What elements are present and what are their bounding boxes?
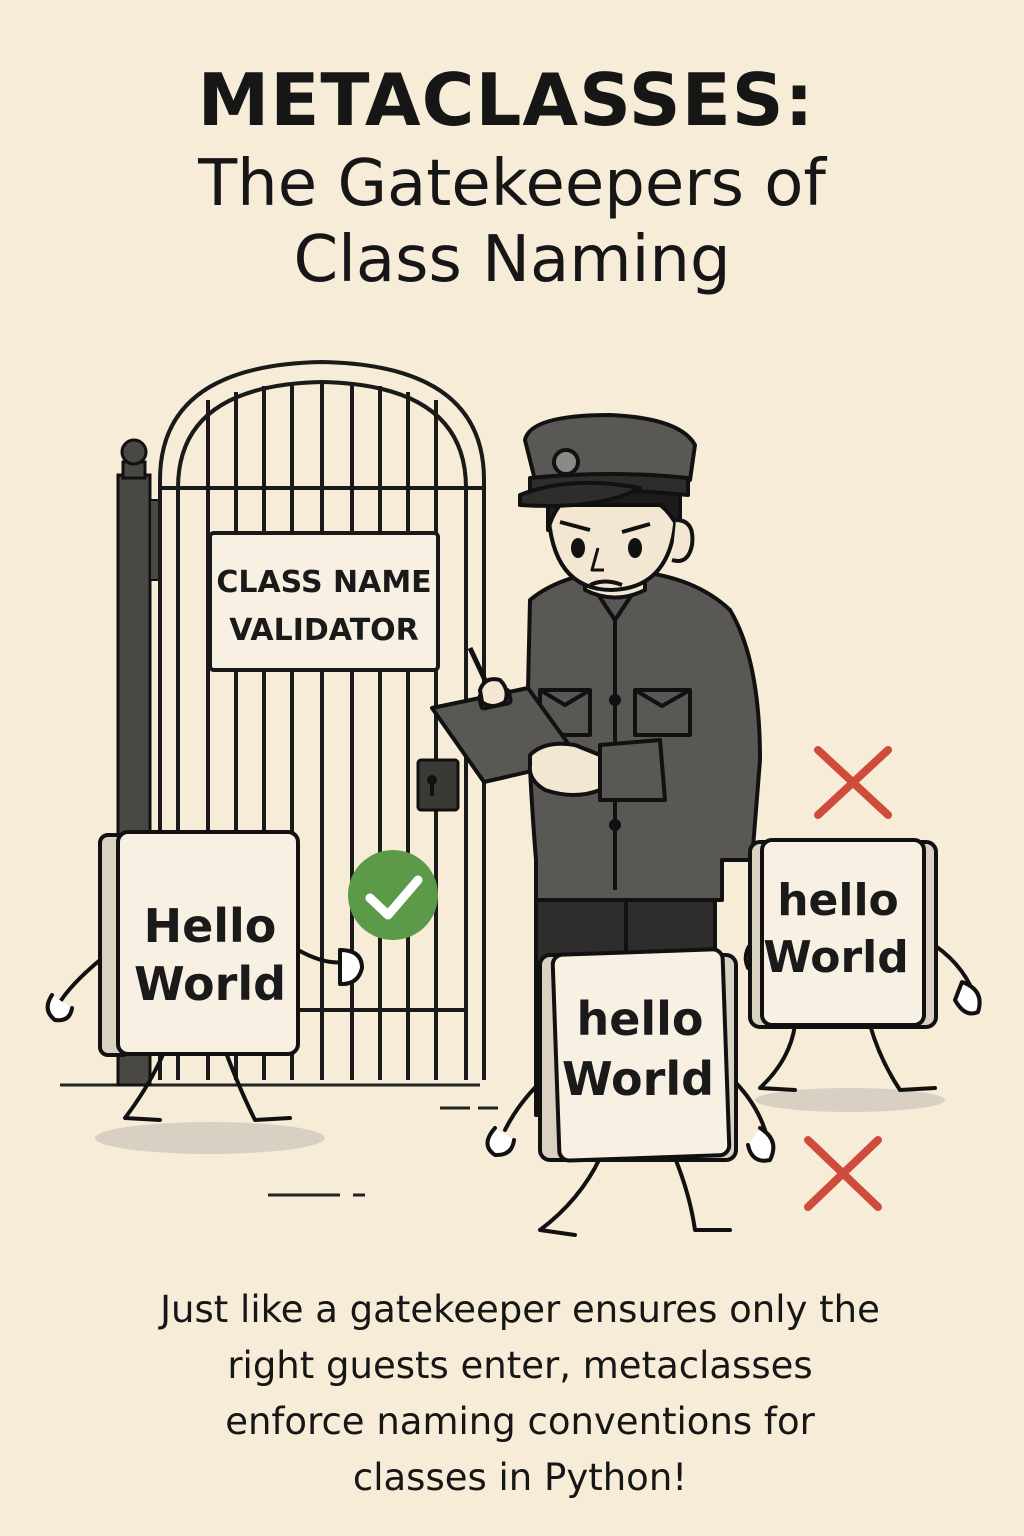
caption-line-3: enforce naming conventions for (225, 1400, 815, 1443)
cross-icon (814, 746, 892, 819)
card-accepted: Hello World (45, 830, 364, 1122)
caption-line-1: Just like a gatekeeper ensures only the (160, 1288, 880, 1331)
gate-sign: CLASS NAME VALIDATOR (208, 531, 440, 672)
card-rejected-front-line-2: World (562, 1052, 714, 1106)
card-accepted-line-2: World (134, 957, 286, 1011)
card-rejected-back-line-2: World (763, 932, 908, 983)
gate-sign-line-1: CLASS NAME (216, 565, 431, 600)
gate-sign-line-2: VALIDATOR (229, 613, 419, 648)
card-rejected-front: hello World (485, 947, 776, 1237)
ground-shadow (95, 1122, 325, 1154)
card-rejected-front-line-1: hello (576, 992, 703, 1046)
lock-icon (416, 758, 460, 812)
caption: Just like a gatekeeper ensures only the … (40, 1282, 1000, 1506)
caption-line-4: classes in Python! (352, 1456, 688, 1499)
check-icon (348, 850, 438, 940)
card-rejected-back-line-1: hello (777, 875, 899, 926)
caption-line-2: right guests enter, metaclasses (227, 1344, 813, 1387)
card-rejected-back: hello World (743, 838, 982, 1092)
ground-shadow (755, 1088, 945, 1112)
cross-icon (804, 1136, 882, 1211)
card-accepted-line-1: Hello (144, 899, 277, 953)
